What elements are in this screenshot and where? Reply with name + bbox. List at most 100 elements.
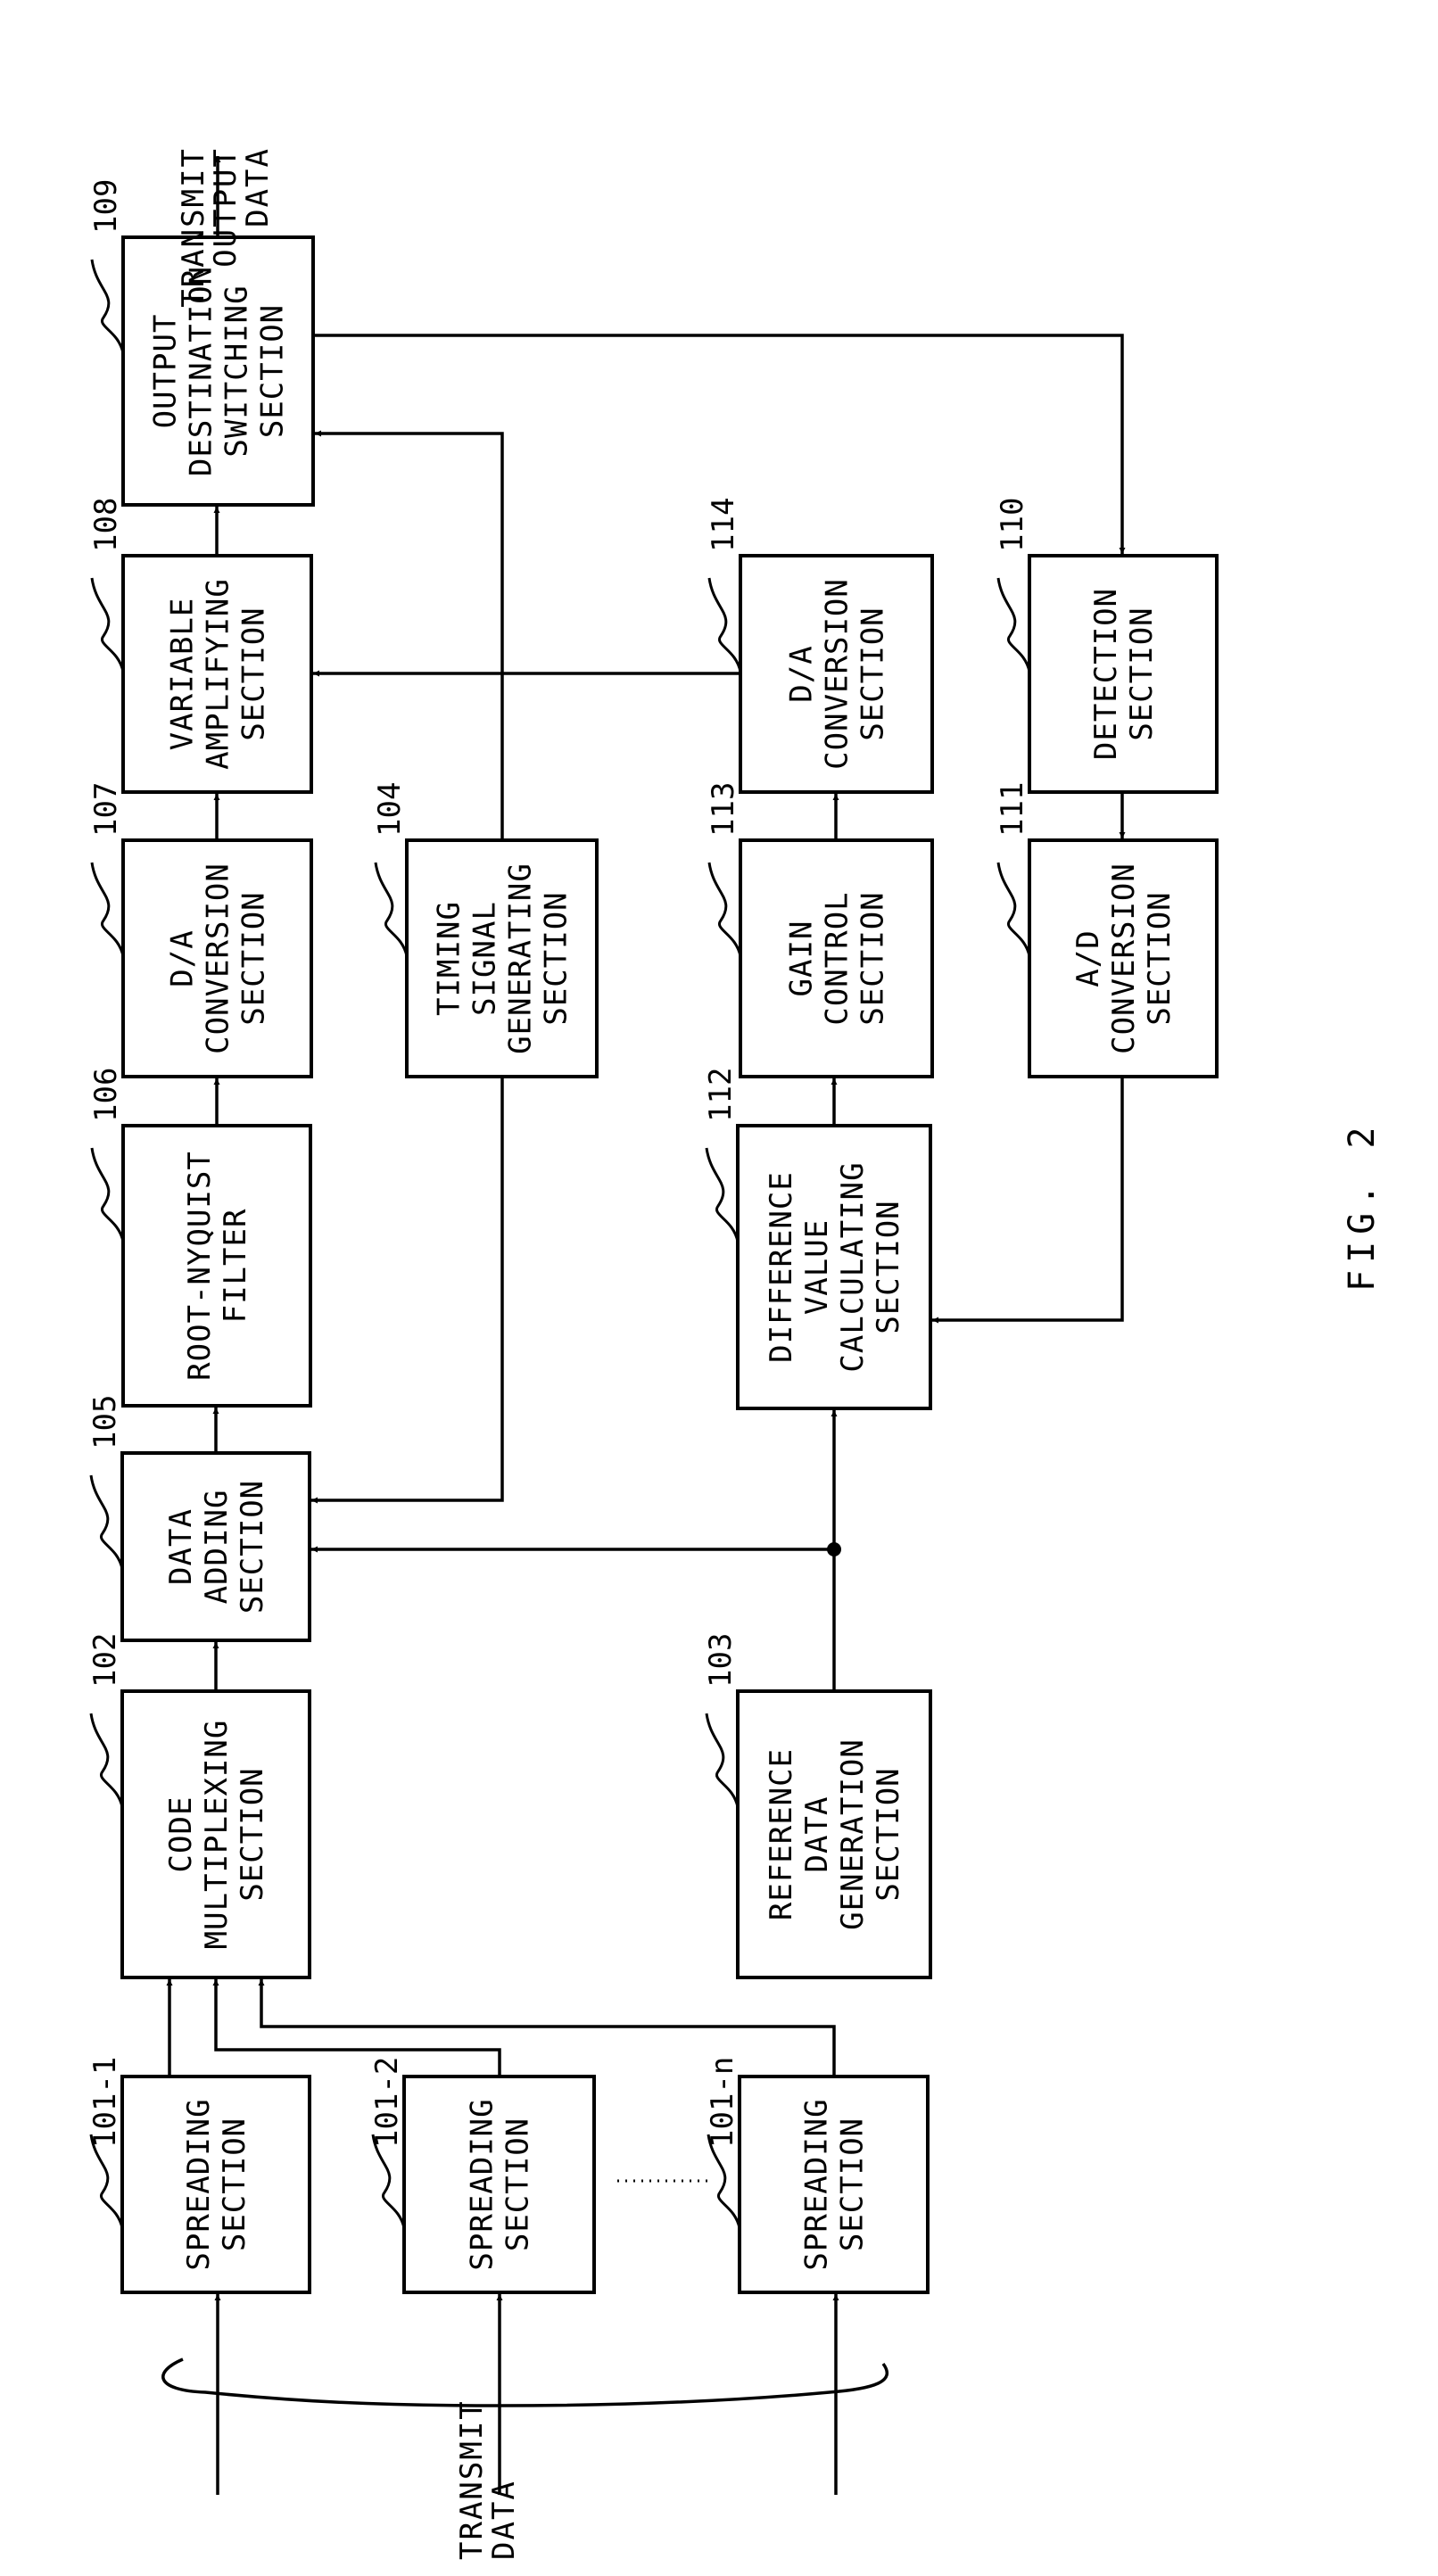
reference-numeral: 107	[88, 782, 124, 837]
reference-numeral: 108	[88, 498, 124, 552]
block-label-line: SECTION	[236, 607, 272, 740]
block-label-line: SECTION	[236, 891, 272, 1025]
block-101-2: SPREADINGSECTION	[402, 2075, 596, 2294]
block-label-line: SECTION	[855, 607, 891, 740]
block-105: DATAADDINGSECTION	[120, 1451, 311, 1642]
block-label-line: SECTION	[217, 2118, 252, 2251]
wire-104-to-109	[315, 430, 504, 840]
leader-squiggle-icon	[90, 1147, 125, 1243]
leader-squiggle-icon	[90, 259, 125, 354]
block-label-line: ROOT-NYQUIST	[182, 1151, 218, 1381]
block-108: VARIABLEAMPLIFYINGSECTION	[121, 554, 313, 794]
block-label-line: SECTION	[855, 891, 891, 1025]
block-label-line: DETECTION	[1088, 588, 1124, 760]
output-data-label-line: DATA	[240, 147, 276, 227]
leader-squiggle-icon	[89, 1474, 124, 1570]
block-109: OUTPUTDESTINATIONSWITCHINGSECTION	[121, 235, 315, 507]
block-label-line: CODE	[163, 1796, 199, 1873]
block-label-line: SECTION	[1124, 607, 1160, 740]
block-label-line: CONVERSION	[1106, 863, 1142, 1054]
wire-111-to-112	[932, 1077, 1124, 1324]
block-label-line: GENERATION	[835, 1738, 871, 1930]
input-group-brace	[161, 2357, 889, 2407]
block-label: SPREADINGSECTION	[181, 2098, 252, 2270]
block-101-n: SPREADINGSECTION	[738, 2075, 930, 2294]
block-label-line: DATA	[799, 1796, 835, 1873]
output-data-label-line: TRANSMIT	[176, 147, 211, 308]
leader-squiggle-icon	[996, 862, 1031, 957]
block-114: D/ACONVERSIONSECTION	[739, 554, 934, 794]
reference-numeral: 111	[995, 782, 1030, 837]
block-label-line: FILTER	[218, 1209, 253, 1324]
block-103: REFERENCEDATAGENERATIONSECTION	[736, 1689, 932, 1979]
block-104: TIMINGSIGNALGENERATINGSECTION	[405, 838, 599, 1078]
block-label-line: GENERATING	[503, 863, 539, 1054]
block-diagram: SPREADINGSECTION SPREADINGSECTION SPREADIN…	[87, 147, 1383, 2560]
block-label-line: REFERENCE	[764, 1748, 799, 1920]
block-label-line: SIGNAL	[467, 901, 503, 1016]
leader-squiggle-icon	[705, 1147, 740, 1243]
block-label-line: SECTION	[235, 1767, 270, 1901]
block-label-line: AMPLIFYING	[201, 578, 236, 770]
figure-label: FIG. 2	[1342, 1120, 1383, 1292]
block-label-line: D/A	[165, 929, 201, 987]
block-label-line: SECTION	[1142, 891, 1178, 1025]
block-label-line: TIMING	[432, 901, 467, 1016]
leader-squiggle-icon	[707, 577, 742, 673]
block-110: DETECTIONSECTION	[1028, 554, 1219, 794]
reference-numeral: 114	[706, 498, 741, 552]
reference-numeral: 105	[87, 1395, 123, 1449]
block-label-line: D/A	[784, 645, 820, 702]
block-label-line: SECTION	[539, 891, 574, 1025]
block-label-line: CALCULATING	[835, 1161, 871, 1372]
reference-numeral: 101-2	[369, 2057, 405, 2148]
block-label-line: ADDING	[199, 1490, 235, 1605]
leader-squiggle-icon	[374, 862, 409, 957]
block-label-line: SECTION	[871, 1200, 906, 1333]
wire-104-to-105	[311, 1077, 504, 1504]
block-113: GAINCONTROLSECTION	[739, 838, 934, 1078]
input-data-label-line: TRANSMIT	[454, 2399, 490, 2560]
reference-numeral: 101-1	[87, 2057, 123, 2148]
block-label-line: DATA	[163, 1508, 199, 1585]
input-data-label: TRANSMITDATA	[454, 2399, 522, 2560]
block-label: REFERENCEDATAGENERATIONSECTION	[764, 1738, 906, 1930]
reference-numeral: 106	[88, 1068, 124, 1122]
block-106: ROOT-NYQUISTFILTER	[121, 1124, 312, 1408]
leader-squiggle-icon	[90, 577, 125, 673]
junction-dot	[827, 1542, 841, 1556]
block-label-line: SWITCHING	[219, 285, 255, 457]
block-label-line: A/D	[1070, 929, 1106, 987]
block-label: SPREADINGSECTION	[799, 2098, 871, 2270]
reference-numeral: 110	[995, 498, 1030, 552]
leader-squiggle-icon	[705, 1713, 740, 1808]
block-label: VARIABLEAMPLIFYINGSECTION	[165, 578, 272, 770]
reference-numeral: 103	[703, 1633, 739, 1688]
block-label-line: CONVERSION	[201, 863, 236, 1054]
block-label-line: SECTION	[871, 1767, 906, 1901]
block-label-line: CONVERSION	[820, 578, 855, 770]
output-data-label-line: OUTPUT	[208, 147, 244, 268]
block-111: A/DCONVERSIONSECTION	[1028, 838, 1219, 1078]
reference-numeral: 102	[87, 1633, 123, 1688]
block-label-line: MULTIPLEXING	[199, 1720, 235, 1950]
block-label-line: SECTION	[255, 304, 291, 438]
block-label: SPREADINGSECTION	[465, 2098, 536, 2270]
reference-numeral: 109	[88, 179, 124, 234]
block-101-1: SPREADINGSECTION	[120, 2075, 311, 2294]
block-label-line: DIFFERENCE	[764, 1171, 799, 1363]
reference-numeral: 101-n	[705, 2057, 740, 2148]
reference-numeral: 113	[706, 782, 741, 837]
block-label-line: CONTROL	[820, 891, 855, 1025]
blocks-layer: SPREADINGSECTION SPREADINGSECTION SPREADIN…	[120, 235, 1219, 2294]
leader-squiggle-icon	[707, 862, 742, 957]
block-label-line: GAIN	[784, 921, 820, 997]
block-label-line: VARIABLE	[165, 598, 201, 751]
leader-squiggle-icon	[996, 577, 1031, 673]
block-label-line: SECTION	[500, 2118, 536, 2251]
reference-numeral: 104	[372, 782, 408, 837]
reference-numeral: 112	[703, 1068, 739, 1122]
block-label-line: SPREADING	[181, 2098, 217, 2270]
input-data-label-line: DATA	[486, 2480, 522, 2560]
block-112: DIFFERENCEVALUECALCULATINGSECTION	[736, 1124, 932, 1410]
